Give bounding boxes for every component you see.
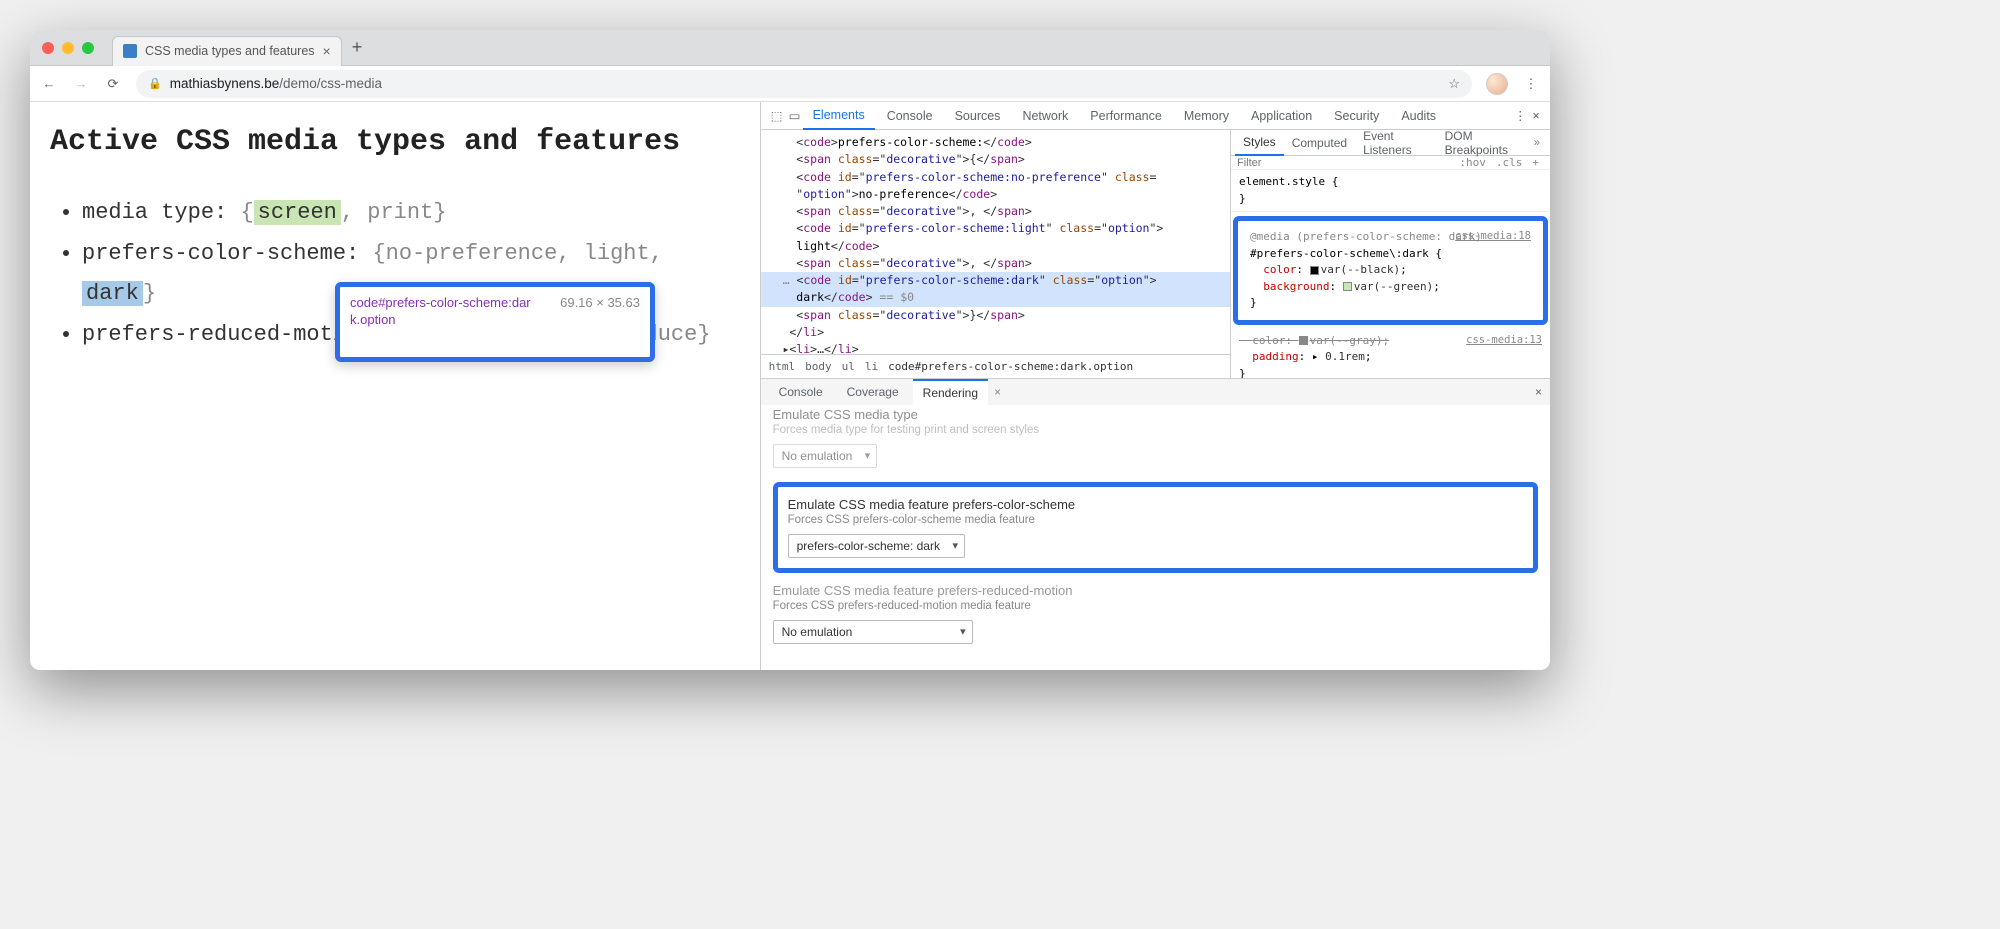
drawer-tab-coverage[interactable]: Coverage <box>837 380 909 404</box>
tab-styles[interactable]: Styles <box>1235 130 1284 156</box>
breadcrumbs[interactable]: html body ul li code#prefers-color-schem… <box>761 354 1230 378</box>
emulate-reduced-motion: Emulate CSS media feature prefers-reduce… <box>773 583 1538 644</box>
inspect-tooltip: code#prefers-color-scheme:dar 69.16 × 35… <box>335 282 655 362</box>
maximize-window[interactable] <box>82 42 94 54</box>
close-tab-icon[interactable]: × <box>323 43 331 59</box>
devtools-tabs: ⬚ ▭ Elements Console Sources Network Per… <box>761 102 1550 130</box>
address-bar[interactable]: 🔒 mathiasbynens.be/demo/css-media ☆ <box>136 70 1472 98</box>
tab-title: CSS media types and features <box>145 44 315 58</box>
reload-button[interactable]: ⟳ <box>104 76 122 92</box>
emulate-media-type: Emulate CSS media type Forces media type… <box>773 407 1538 468</box>
settings-icon[interactable]: ⋮ <box>1510 108 1526 123</box>
tab-console[interactable]: Console <box>877 103 943 129</box>
tab-security[interactable]: Security <box>1324 103 1389 129</box>
toolbar: ← → ⟳ 🔒 mathiasbynens.be/demo/css-media … <box>30 66 1550 102</box>
tab-application[interactable]: Application <box>1241 103 1322 129</box>
tab-elements[interactable]: Elements <box>803 102 875 130</box>
window-controls <box>42 42 94 54</box>
list-item: media type: {screen, print} <box>82 193 740 234</box>
close-tab-icon[interactable]: × <box>994 385 1001 399</box>
prefers-reduced-motion-select[interactable]: No emulation <box>773 620 973 644</box>
dom-tree[interactable]: <code>prefers-color-scheme:</code> <span… <box>761 130 1230 354</box>
drawer-tab-console[interactable]: Console <box>769 380 833 404</box>
forward-button[interactable]: → <box>72 76 90 91</box>
devtools: ⬚ ▭ Elements Console Sources Network Per… <box>760 102 1550 670</box>
back-button[interactable]: ← <box>40 76 58 91</box>
tooltip-dimensions: 69.16 × 35.63 <box>560 295 640 310</box>
menu-icon[interactable]: ⋮ <box>1522 76 1540 92</box>
filter-input[interactable] <box>1237 157 1337 169</box>
close-drawer-icon[interactable]: × <box>1535 385 1542 399</box>
profile-avatar[interactable] <box>1486 73 1508 95</box>
drawer-tab-rendering[interactable]: Rendering <box>913 379 988 405</box>
rule-source-link[interactable]: css-media:13 <box>1466 333 1542 349</box>
page-heading: Active CSS media types and features <box>50 120 740 165</box>
css-rule[interactable]: css-media:13 color: var(--gray); padding… <box>1231 329 1550 379</box>
styles-panel: Styles Computed Event Listeners DOM Brea… <box>1230 130 1550 378</box>
bookmark-icon[interactable]: ☆ <box>1448 76 1460 92</box>
element-style-rule[interactable]: element.style {} <box>1231 170 1550 212</box>
new-tab-button[interactable]: + <box>352 37 363 58</box>
tab-memory[interactable]: Memory <box>1174 103 1239 129</box>
styles-tabs: Styles Computed Event Listeners DOM Brea… <box>1231 130 1550 156</box>
tab-computed[interactable]: Computed <box>1284 131 1355 155</box>
inspect-icon[interactable]: ⬚ <box>767 108 783 123</box>
rendered-page: Active CSS media types and features medi… <box>30 102 760 670</box>
tooltip-selector: code#prefers-color-scheme:dar <box>350 295 531 310</box>
tab-audits[interactable]: Audits <box>1391 103 1446 129</box>
url: mathiasbynens.be/demo/css-media <box>170 76 382 91</box>
drawer-tabs: Console Coverage Rendering × × <box>761 379 1550 405</box>
media-type-select[interactable]: No emulation <box>773 444 878 468</box>
filter-row: :hov .cls + <box>1231 156 1550 170</box>
tab-sources[interactable]: Sources <box>945 103 1011 129</box>
lock-icon: 🔒 <box>148 77 162 90</box>
highlighted-emulation: Emulate CSS media feature prefers-color-… <box>773 482 1538 573</box>
close-devtools-icon[interactable]: × <box>1528 109 1544 123</box>
close-window[interactable] <box>42 42 54 54</box>
browser-tab[interactable]: CSS media types and features × <box>112 36 342 66</box>
tooltip-selector-line2: k.option <box>350 312 640 327</box>
tab-performance[interactable]: Performance <box>1080 103 1172 129</box>
overflow-icon[interactable]: » <box>1528 137 1546 149</box>
cls-button[interactable]: .cls <box>1491 156 1528 169</box>
drawer-body: Emulate CSS media type Forces media type… <box>761 405 1550 670</box>
rule-source-link[interactable]: css-media:18 <box>1455 229 1531 245</box>
prefers-color-scheme-select[interactable]: prefers-color-scheme: dark <box>788 534 965 558</box>
favicon <box>123 44 137 58</box>
dom-selected-line: … <code id="prefers-color-scheme:dark" c… <box>761 272 1230 289</box>
drawer: Console Coverage Rendering × × Emulate CS… <box>761 378 1550 670</box>
tab-network[interactable]: Network <box>1012 103 1078 129</box>
add-rule-button[interactable]: + <box>1527 156 1544 169</box>
titlebar: CSS media types and features × + <box>30 30 1550 66</box>
browser-window: CSS media types and features × + ← → ⟳ 🔒… <box>30 30 1550 670</box>
highlighted-rule: css-media:18 @media (prefers-color-schem… <box>1233 216 1548 325</box>
device-toolbar-icon[interactable]: ▭ <box>785 108 801 123</box>
hov-button[interactable]: :hov <box>1454 156 1491 169</box>
inspected-element[interactable]: dark <box>82 281 143 306</box>
minimize-window[interactable] <box>62 42 74 54</box>
